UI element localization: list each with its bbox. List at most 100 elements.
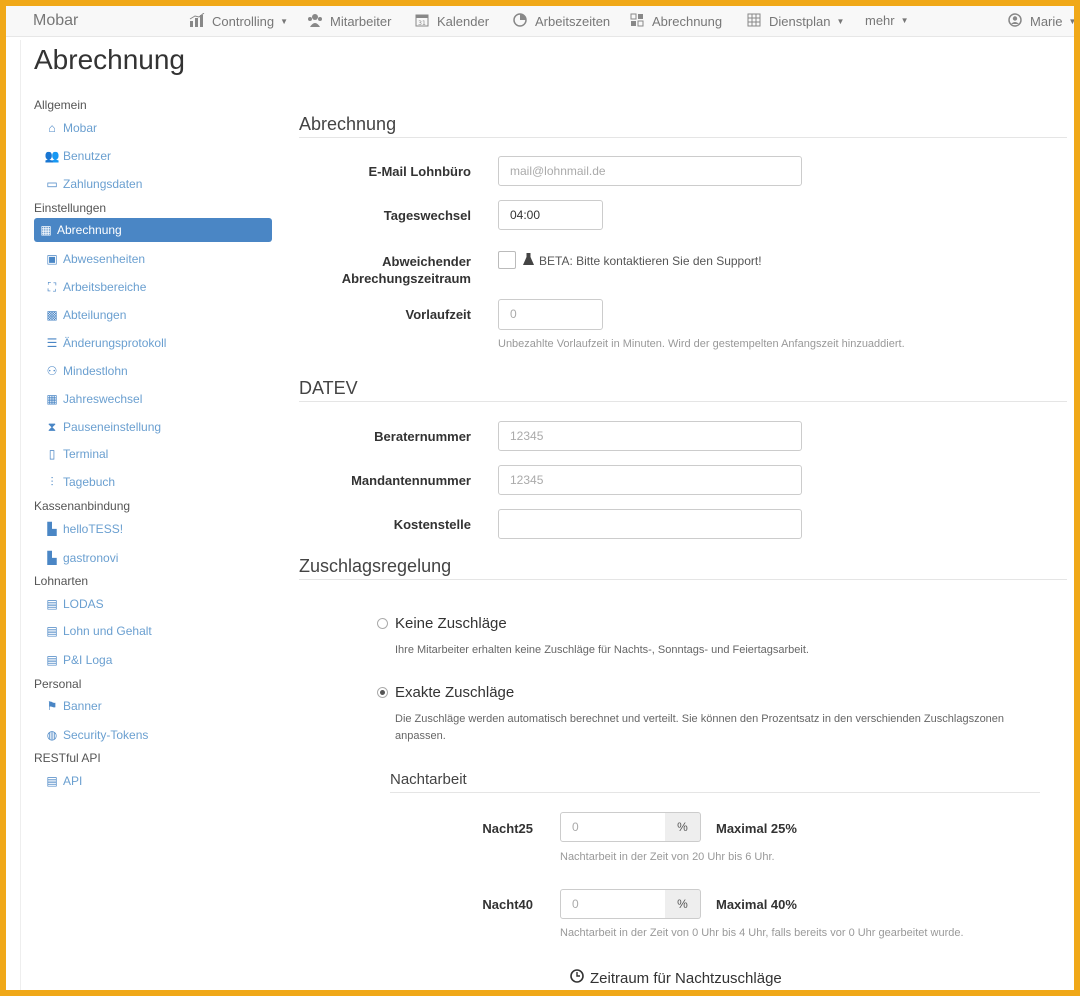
nav-mehr[interactable]: mehr ▼: [865, 13, 909, 28]
sidebar-item-label: gastronovi: [63, 551, 119, 565]
file-icon: ▤: [46, 653, 58, 667]
sidebar-group-restful-api: RESTful API: [34, 751, 101, 765]
tageswechsel-input[interactable]: 04:00: [498, 200, 603, 230]
sidebar-item-abteilungen[interactable]: ▩ Abteilungen: [34, 303, 272, 327]
schedule-icon: [745, 13, 763, 30]
radio-exakte-zuschlaege[interactable]: [377, 687, 388, 698]
berater-input[interactable]: 12345: [498, 421, 802, 451]
radio-keine-zuschlaege[interactable]: [377, 618, 388, 629]
email-input[interactable]: mail@lohnmail.de: [498, 156, 802, 186]
vorlaufzeit-input[interactable]: 0: [498, 299, 603, 330]
sidebar-group-lohnarten: Lohnarten: [34, 574, 89, 588]
grid-icon: ▦: [40, 223, 52, 237]
section-divider: [299, 401, 1067, 402]
sidebar-item-label: Jahreswechsel: [63, 392, 143, 406]
sidebar-item-label: Tagebuch: [63, 475, 116, 489]
zeitraum-label: Zeitraum für Nachtzuschläge: [590, 969, 782, 987]
sidebar-group-allgemein: Allgemein: [34, 98, 87, 112]
exakte-zuschlaege-help: Die Zuschläge werden automatisch berechn…: [395, 713, 1005, 725]
sidebar-item-aenderungsprotokoll[interactable]: ☰ Änderungsprotokoll: [34, 331, 272, 355]
brand-logo[interactable]: Mobar: [33, 12, 78, 30]
exakte-zuschlaege-label[interactable]: Exakte Zuschläge: [395, 684, 514, 701]
nav-kalender-label: Kalender: [437, 14, 490, 29]
sidebar-item-arbeitsbereiche[interactable]: ⛶ Arbeitsbereiche: [34, 275, 272, 299]
sidebar-item-api[interactable]: ▤ API: [34, 769, 272, 793]
sidebar-item-pi-loga[interactable]: ▤ P&I Loga: [34, 648, 272, 672]
sidebar-item-gastronovi[interactable]: ▙ gastronovi: [34, 546, 272, 570]
kosten-label: Kostenstelle: [393, 517, 471, 532]
clock-icon: [511, 13, 529, 30]
keine-zuschlaege-help: Ihre Mitarbeiter erhalten keine Zuschläg…: [395, 644, 809, 656]
svg-text:31: 31: [418, 20, 426, 27]
users-icon: [306, 13, 324, 30]
zeitraum-nachtzuschlaege[interactable]: Zeitraum für Nachtzuschläge: [570, 969, 782, 987]
nacht25-input[interactable]: 0: [560, 812, 666, 842]
sidebar-item-label: Terminal: [63, 447, 109, 461]
top-navbar: Mobar Controlling ▼ Mitarbeiter 31 Kalen…: [6, 6, 1076, 37]
sidebar-item-jahreswechsel[interactable]: ▦ Jahreswechsel: [34, 387, 272, 411]
nacht25-percent-addon: %: [665, 812, 701, 842]
nav-mitarbeiter[interactable]: Mitarbeiter: [306, 13, 391, 30]
sidebar-item-tagebuch[interactable]: ⫶ Tagebuch: [34, 470, 272, 494]
sidebar-item-abrechnung[interactable]: ▦ Abrechnung: [34, 218, 272, 242]
sidebar-item-hellotess[interactable]: ▙ helloTESS!: [34, 517, 272, 541]
sidebar-item-label: Mindestlohn: [63, 364, 128, 378]
chevron-down-icon: ▼: [280, 17, 289, 26]
nav-kalender[interactable]: 31 Kalender: [413, 13, 489, 30]
file-icon: ▤: [46, 597, 58, 611]
email-label: E-Mail Lohnbüro: [368, 164, 471, 179]
sidebar-item-label: Arbeitsbereiche: [63, 280, 147, 294]
nacht40-label: Nacht40: [482, 897, 533, 912]
nav-arbeitszeiten[interactable]: Arbeitszeiten: [511, 13, 610, 30]
section-divider: [390, 792, 1040, 793]
credit-card-icon: ▭: [46, 177, 58, 191]
keine-zuschlaege-label[interactable]: Keine Zuschläge: [395, 615, 507, 632]
chevron-down-icon: ▼: [900, 16, 909, 25]
sidebar-item-banner[interactable]: ⚑ Banner: [34, 694, 272, 718]
section-divider: [299, 579, 1067, 580]
sidebar-item-terminal[interactable]: ▯ Terminal: [34, 442, 272, 466]
sidebar-item-label: Abwesenheiten: [63, 252, 146, 266]
nacht40-input[interactable]: 0: [560, 889, 666, 919]
sidebar-group-einstellungen: Einstellungen: [34, 201, 107, 215]
sidebar-item-pauseneinstellung[interactable]: ⧗ Pauseneinstellung: [34, 415, 272, 439]
sidebar-item-security-tokens[interactable]: ◍ Security-Tokens: [34, 723, 272, 747]
sidebar-item-zahlungsdaten[interactable]: ▭ Zahlungsdaten: [34, 172, 272, 196]
nacht40-max: Maximal 40%: [716, 897, 797, 912]
mandant-label: Mandantennummer: [351, 473, 471, 488]
sidebar-group-kassenanbindung: Kassenanbindung: [34, 499, 131, 513]
exakte-zuschlaege-help-2: anpassen.: [395, 730, 446, 742]
kostenstelle-input[interactable]: [498, 509, 802, 539]
mandant-input[interactable]: 12345: [498, 465, 802, 495]
sidebar-item-benutzer[interactable]: 👥 Benutzer: [34, 144, 272, 168]
nacht40-help: Nachtarbeit in der Zeit von 0 Uhr bis 4 …: [560, 927, 964, 939]
sidebar-item-label: Änderungsprotokoll: [63, 336, 167, 350]
sidebar-item-label: API: [63, 774, 83, 788]
flask-icon: [523, 253, 534, 268]
sidebar-item-label: Abrechnung: [57, 223, 122, 237]
chevron-down-icon: ▼: [1068, 17, 1077, 26]
nav-mitarbeiter-label: Mitarbeiter: [330, 14, 392, 29]
tageswechsel-label: Tageswechsel: [383, 208, 471, 223]
nav-mehr-label: mehr: [865, 13, 895, 28]
user-menu[interactable]: Marie ▼: [1006, 13, 1076, 30]
sidebar-item-mobar[interactable]: ⌂ Mobar: [34, 116, 272, 140]
sidebar-item-lohn-und-gehalt[interactable]: ▤ Lohn und Gehalt: [34, 619, 272, 643]
vorlaufzeit-help: Unbezahlte Vorlaufzeit in Minuten. Wird …: [498, 338, 905, 350]
sidebar-item-mindestlohn[interactable]: ⚇ Mindestlohn: [34, 359, 272, 383]
sidebar-item-lodas[interactable]: ▤ LODAS: [34, 592, 272, 616]
nav-dienstplan[interactable]: Dienstplan ▼: [745, 13, 844, 30]
register-icon: ▙: [47, 522, 57, 536]
beta-text: BETA: Bitte kontaktieren Sie den Support…: [539, 253, 762, 268]
abweichend-checkbox[interactable]: [498, 251, 516, 269]
nav-abrechnung[interactable]: Abrechnung: [628, 13, 722, 30]
nav-controlling[interactable]: Controlling ▼: [188, 12, 289, 30]
section-title-abrechnung: Abrechnung: [299, 114, 397, 134]
clock-icon: [570, 969, 584, 987]
section-divider: [299, 137, 1067, 138]
sidebar-item-abwesenheiten[interactable]: ▣ Abwesenheiten: [34, 247, 272, 271]
abweichend-label: Abweichender: [382, 254, 471, 269]
sidebar-item-label: Mobar: [63, 121, 98, 135]
nacht40-percent-addon: %: [665, 889, 701, 919]
nav-abrechnung-label: Abrechnung: [652, 14, 723, 29]
